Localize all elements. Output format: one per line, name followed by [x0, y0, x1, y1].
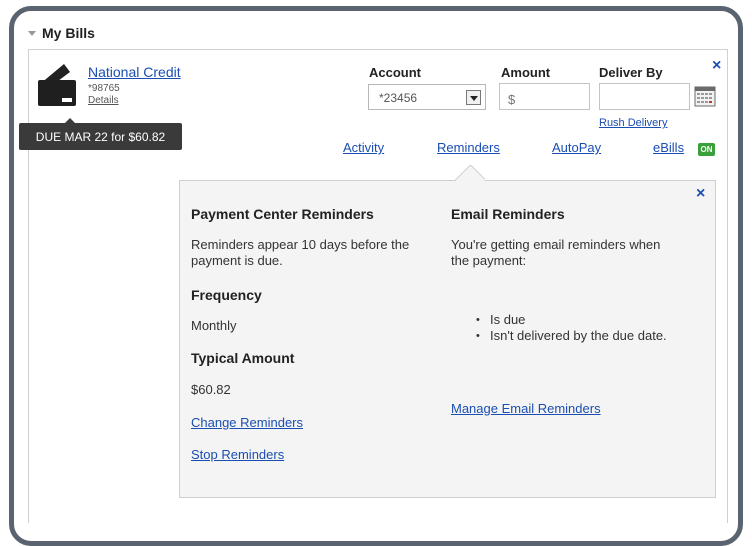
amount-label: Amount [501, 65, 551, 80]
payment-center-reminders-title: Payment Center Reminders [191, 206, 374, 222]
tab-ebills[interactable]: eBills [653, 140, 684, 155]
rush-delivery-link[interactable]: Rush Delivery [599, 117, 667, 129]
email-reminder-conditions: Is due Isn't delivered by the due date. [472, 312, 672, 344]
deliver-by-label: Deliver By [599, 65, 663, 80]
divider [28, 49, 728, 50]
list-item: Isn't delivered by the due date. [472, 328, 672, 344]
account-label: Account [369, 65, 421, 80]
my-bills-header[interactable]: My Bills [28, 22, 95, 44]
close-icon[interactable]: × [696, 186, 705, 202]
payment-center-reminders-description: Reminders appear 10 days before the paym… [191, 237, 410, 268]
email-reminders-title: Email Reminders [451, 206, 565, 222]
credit-card-icon [38, 64, 76, 106]
amount-input[interactable] [499, 83, 590, 110]
stop-reminders-link[interactable]: Stop Reminders [191, 447, 284, 462]
change-reminders-link[interactable]: Change Reminders [191, 415, 303, 430]
account-select[interactable]: *23456 [368, 84, 486, 110]
dropdown-arrow-icon[interactable] [466, 90, 481, 105]
card-border-right [727, 49, 728, 523]
typical-amount-value: $60.82 [191, 382, 231, 397]
triangle-down-icon[interactable] [28, 30, 36, 36]
email-reminders-description: You're getting email reminders when the … [451, 237, 661, 268]
calendar-icon[interactable] [694, 85, 716, 107]
manage-email-reminders-link[interactable]: Manage Email Reminders [451, 401, 601, 416]
card-border-left [28, 49, 29, 523]
tab-autopay[interactable]: AutoPay [552, 140, 601, 155]
typical-amount-label: Typical Amount [191, 350, 295, 366]
list-item: Is due [472, 312, 672, 328]
tab-reminders[interactable]: Reminders [437, 140, 500, 155]
frequency-label: Frequency [191, 287, 262, 303]
deliver-by-date-input[interactable] [599, 83, 690, 110]
frequency-value: Monthly [191, 318, 237, 333]
close-icon[interactable]: × [712, 58, 721, 74]
details-link[interactable]: Details [88, 95, 119, 106]
account-select-value: *23456 [379, 91, 418, 105]
panel-pointer [455, 165, 485, 181]
section-title: My Bills [42, 25, 95, 41]
ebills-status-badge: ON [698, 143, 715, 156]
tab-activity[interactable]: Activity [343, 140, 384, 155]
payee-account-number: *98765 [88, 83, 120, 94]
due-date-badge: DUE MAR 22 for $60.82 [19, 118, 182, 150]
payee-name-link[interactable]: National Credit [88, 64, 181, 80]
